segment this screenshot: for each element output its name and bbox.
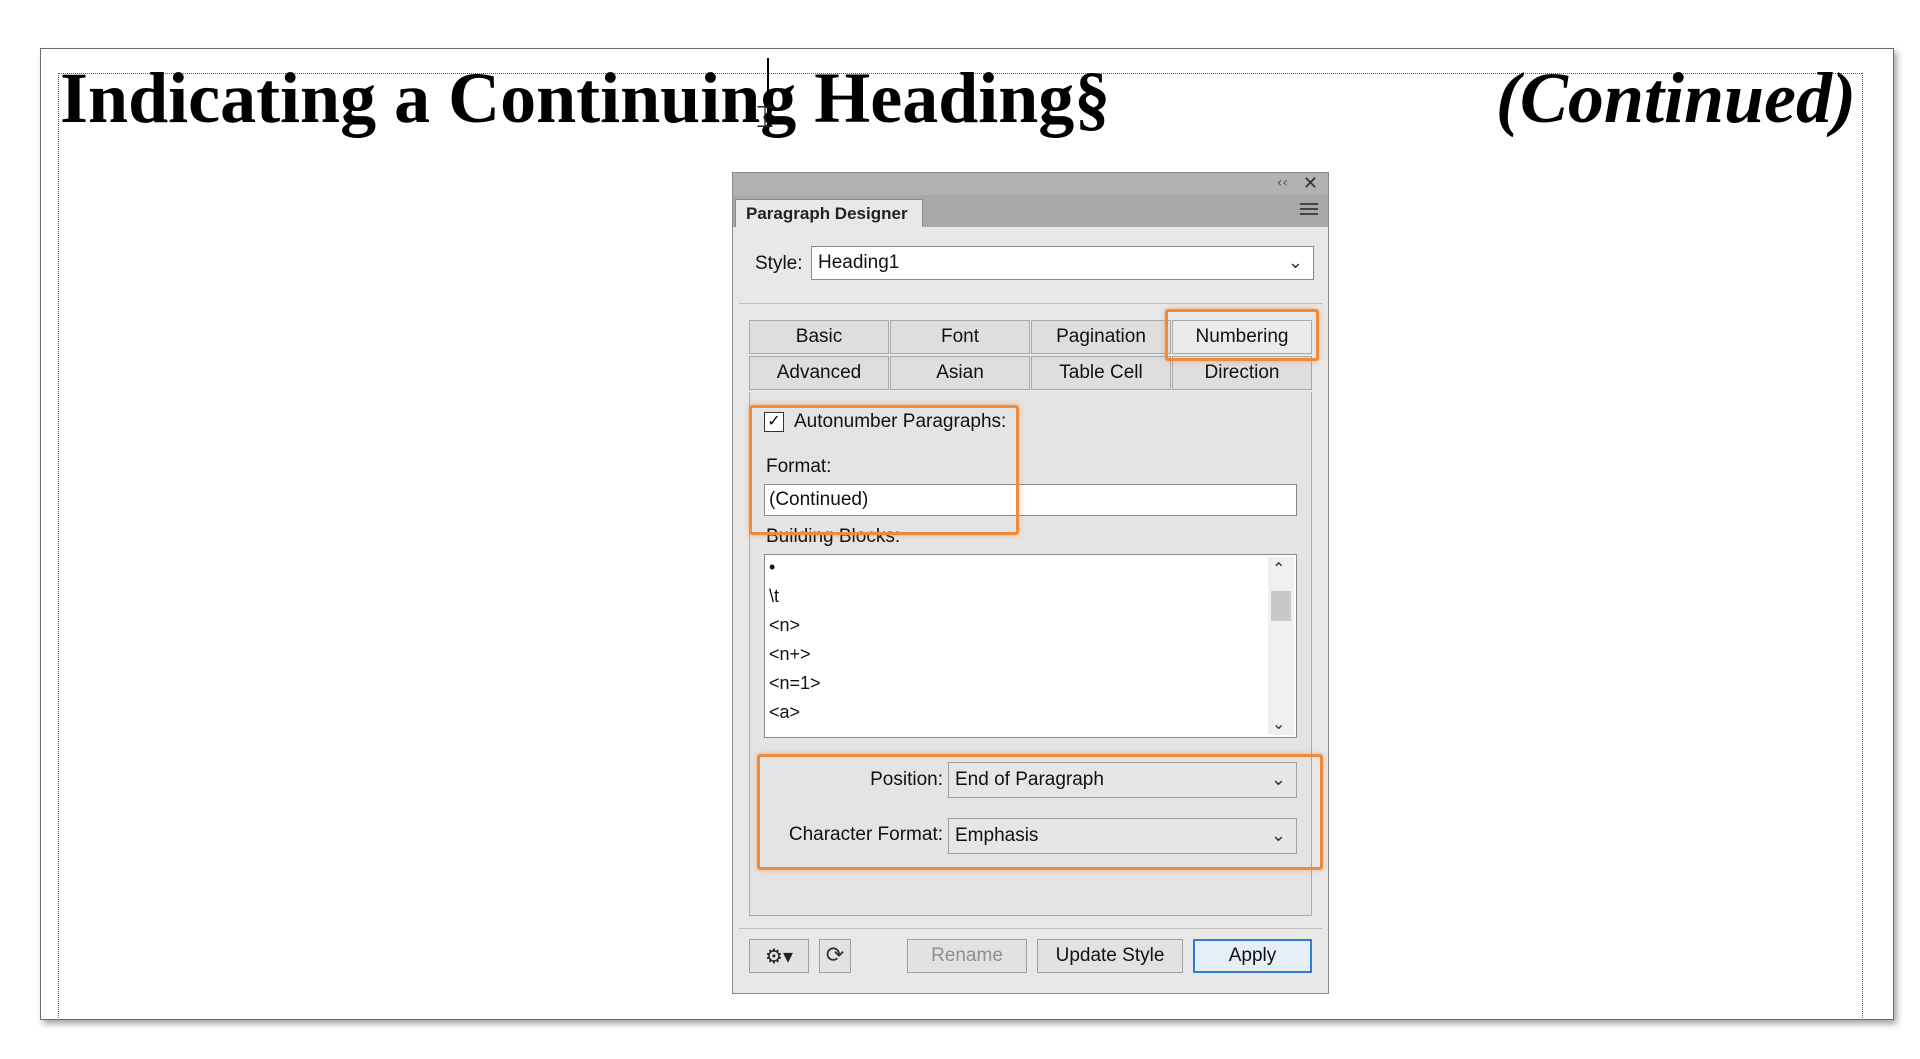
apply-button[interactable]: Apply	[1193, 939, 1312, 973]
refresh-icon[interactable]: ⟳	[819, 939, 851, 973]
text-frame-border-left	[58, 73, 59, 1018]
list-item[interactable]: •	[769, 557, 775, 578]
list-item[interactable]: <n=1>	[769, 673, 821, 694]
scrollbar[interactable]: ⌃ ⌄	[1268, 557, 1294, 735]
tab-table-cell[interactable]: Table Cell	[1031, 356, 1171, 390]
list-item[interactable]: <a>	[769, 702, 800, 723]
list-item[interactable]: <n+>	[769, 644, 811, 665]
character-format-label: Character Format:	[788, 824, 943, 845]
tab-basic[interactable]: Basic	[749, 320, 889, 354]
checkbox-check-icon: ✓	[767, 413, 781, 430]
tab-asian[interactable]: Asian	[890, 356, 1030, 390]
position-select[interactable]: End of Paragraph ⌄	[948, 762, 1297, 798]
chevron-down-icon: ⌄	[1287, 252, 1303, 273]
autonumber-label[interactable]: Autonumber Paragraphs:	[794, 411, 1006, 433]
building-blocks-list[interactable]: • \t <n> <n+> <n=1> <a> ⌃ ⌄	[764, 554, 1297, 738]
character-format-select[interactable]: Emphasis ⌄	[948, 818, 1297, 854]
autonumber-checkbox[interactable]: ✓	[764, 412, 784, 432]
format-label: Format:	[766, 456, 832, 477]
style-value: Heading1	[818, 252, 900, 273]
format-input[interactable]: (Continued)	[764, 484, 1297, 516]
tab-numbering[interactable]: Numbering	[1172, 320, 1312, 354]
rename-button[interactable]: Rename	[907, 939, 1027, 973]
style-select[interactable]: Heading1 ⌄	[811, 246, 1314, 280]
scroll-up-icon[interactable]: ⌃	[1272, 559, 1285, 578]
numbering-tab-body: ✓ Autonumber Paragraphs: Format: (Contin…	[749, 392, 1312, 916]
scrollbar-thumb[interactable]	[1271, 591, 1291, 621]
update-style-button[interactable]: Update Style	[1037, 939, 1183, 973]
paragraph-designer-panel: ‹‹ ✕ Paragraph Designer Style: Heading1 …	[732, 172, 1329, 994]
panel-tabstrip: Paragraph Designer	[733, 195, 1328, 227]
collapse-icon[interactable]: ‹‹	[1277, 175, 1288, 191]
tab-font[interactable]: Font	[890, 320, 1030, 354]
close-icon[interactable]: ✕	[1303, 173, 1318, 194]
document-heading[interactable]: Indicating a Continuing Heading§	[60, 58, 1110, 138]
tab-direction[interactable]: Direction	[1172, 356, 1312, 390]
list-item[interactable]: \t	[769, 586, 779, 607]
ibeam-cursor-icon: ⌶	[756, 100, 774, 135]
divider	[739, 928, 1322, 929]
chevron-down-icon: ⌄	[1270, 825, 1286, 846]
style-label: Style:	[755, 253, 803, 274]
text-frame-border-right	[1862, 73, 1863, 1018]
divider	[739, 303, 1322, 304]
autonumber-continued-text: (Continued)	[1495, 58, 1856, 138]
list-item[interactable]: <n>	[769, 615, 800, 636]
character-format-value: Emphasis	[955, 825, 1039, 846]
chevron-down-icon: ⌄	[1270, 769, 1286, 790]
panel-tab-paragraph-designer[interactable]: Paragraph Designer	[735, 199, 923, 227]
scroll-down-icon[interactable]: ⌄	[1272, 714, 1285, 733]
position-value: End of Paragraph	[955, 769, 1104, 790]
position-label: Position:	[870, 769, 943, 790]
building-blocks-label: Building Blocks:	[766, 526, 901, 547]
gear-icon[interactable]: ⚙▾	[749, 939, 809, 973]
tab-pagination[interactable]: Pagination	[1031, 320, 1171, 354]
panel-menu-icon[interactable]	[1300, 203, 1318, 217]
panel-titlebar[interactable]: ‹‹ ✕	[733, 173, 1328, 195]
tab-advanced[interactable]: Advanced	[749, 356, 889, 390]
